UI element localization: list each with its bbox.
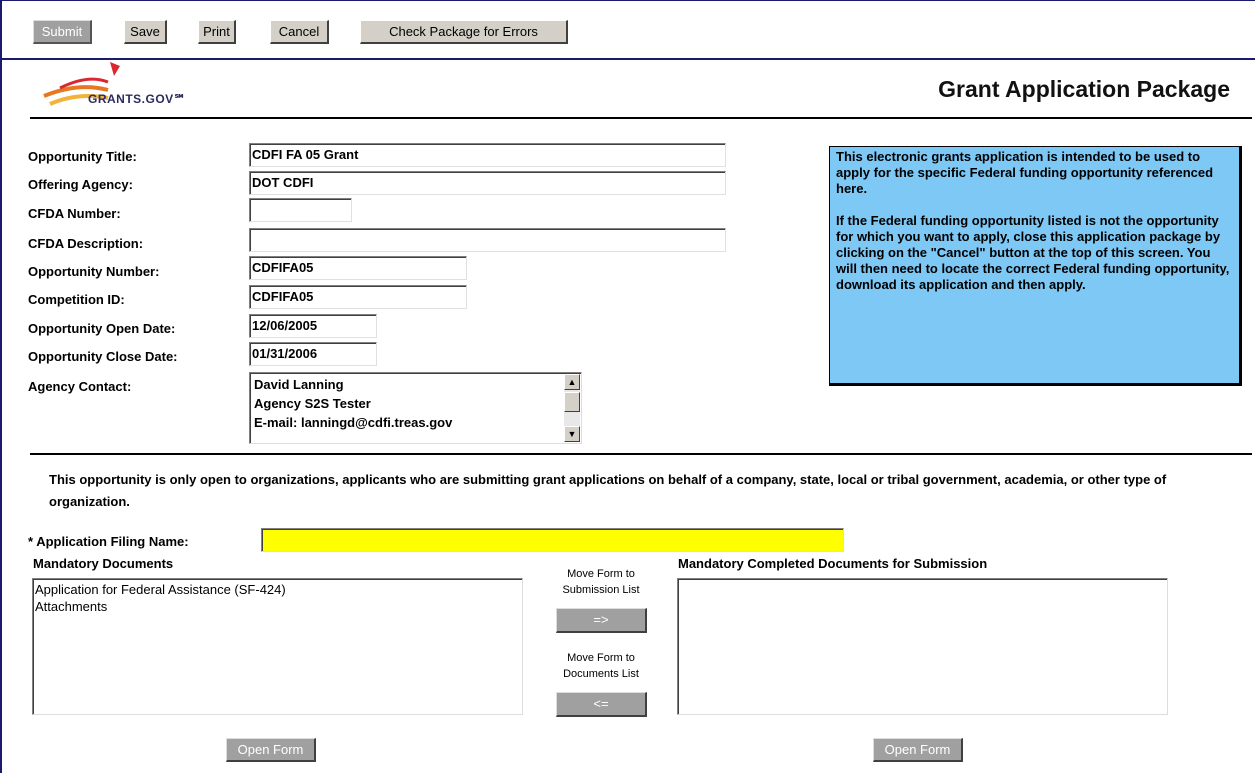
open-form-right-button[interactable]: Open Form <box>873 738 963 762</box>
opportunity-number-label: Opportunity Number: <box>28 264 160 279</box>
agency-contact-line3: E-mail: lanningd@cdfi.treas.gov <box>254 415 453 430</box>
cfda-description-label: CFDA Description: <box>28 236 144 251</box>
open-date-field[interactable]: 12/06/2005 <box>249 314 377 338</box>
page-title: Grant Application Package <box>938 76 1230 102</box>
application-filing-name-field[interactable] <box>261 528 844 552</box>
toolbar: Submit Save Print Cancel Check Package f… <box>0 0 1255 60</box>
mandatory-documents-list[interactable]: Application for Federal Assistance (SF-4… <box>32 578 523 715</box>
offering-agency-label: Offering Agency: <box>28 177 133 192</box>
save-button[interactable]: Save <box>124 20 167 44</box>
close-date-field[interactable]: 01/31/2006 <box>249 342 377 366</box>
agency-contact-line1: David Lanning <box>254 377 344 392</box>
eligibility-notice: This opportunity is only open to organiz… <box>49 472 1167 509</box>
application-filing-name-label: * Application Filing Name: <box>28 534 189 549</box>
cfda-number-label: CFDA Number: <box>28 206 121 221</box>
list-item[interactable]: Application for Federal Assistance (SF-4… <box>35 581 520 598</box>
opportunity-title-field[interactable]: CDFI FA 05 Grant <box>249 143 726 167</box>
section-divider <box>30 453 1252 455</box>
completed-documents-title: Mandatory Completed Documents for Submis… <box>678 556 988 571</box>
open-date-label: Opportunity Open Date: <box>28 321 176 336</box>
move-to-submission-button[interactable]: => <box>556 608 647 633</box>
header-divider <box>30 117 1252 119</box>
scroll-up-arrow-icon[interactable]: ▲ <box>564 374 580 390</box>
scroll-thumb[interactable] <box>564 392 580 412</box>
opportunity-title-label: Opportunity Title: <box>28 149 137 164</box>
cancel-button[interactable]: Cancel <box>270 20 329 44</box>
move-to-documents-label: Move Form to Documents List <box>563 652 639 680</box>
cfda-number-field[interactable] <box>249 198 352 222</box>
check-package-button[interactable]: Check Package for Errors <box>360 20 568 44</box>
cfda-description-field[interactable] <box>249 228 726 252</box>
list-item[interactable]: Attachments <box>35 598 520 615</box>
move-to-submission-label: Move Form to Submission List <box>562 568 640 596</box>
offering-agency-field[interactable]: DOT CDFI <box>249 171 726 195</box>
info-box: This electronic grants application is in… <box>829 146 1242 386</box>
opportunity-number-field[interactable]: CDFIFA05 <box>249 256 467 280</box>
move-to-documents-button[interactable]: <= <box>556 692 647 717</box>
info-paragraph-2: If the Federal funding opportunity liste… <box>836 213 1230 292</box>
info-paragraph-1: This electronic grants application is in… <box>836 149 1214 196</box>
completed-documents-list[interactable] <box>677 578 1168 715</box>
logo-text: GRANTS.GOV℠ <box>88 92 187 106</box>
mandatory-documents-title: Mandatory Documents <box>33 556 174 571</box>
submit-button[interactable]: Submit <box>33 20 92 44</box>
agency-contact-label: Agency Contact: <box>28 379 132 394</box>
agency-contact-scrollbar[interactable]: ▲ ▼ <box>564 374 580 442</box>
print-button[interactable]: Print <box>198 20 236 44</box>
close-date-label: Opportunity Close Date: <box>28 349 178 364</box>
agency-contact-textarea[interactable]: David Lanning Agency S2S Tester E-mail: … <box>249 372 582 444</box>
agency-contact-line2: Agency S2S Tester <box>254 396 371 411</box>
open-form-left-button[interactable]: Open Form <box>226 738 316 762</box>
scroll-down-arrow-icon[interactable]: ▼ <box>564 426 580 442</box>
competition-id-field[interactable]: CDFIFA05 <box>249 285 467 309</box>
competition-id-label: Competition ID: <box>28 292 125 307</box>
